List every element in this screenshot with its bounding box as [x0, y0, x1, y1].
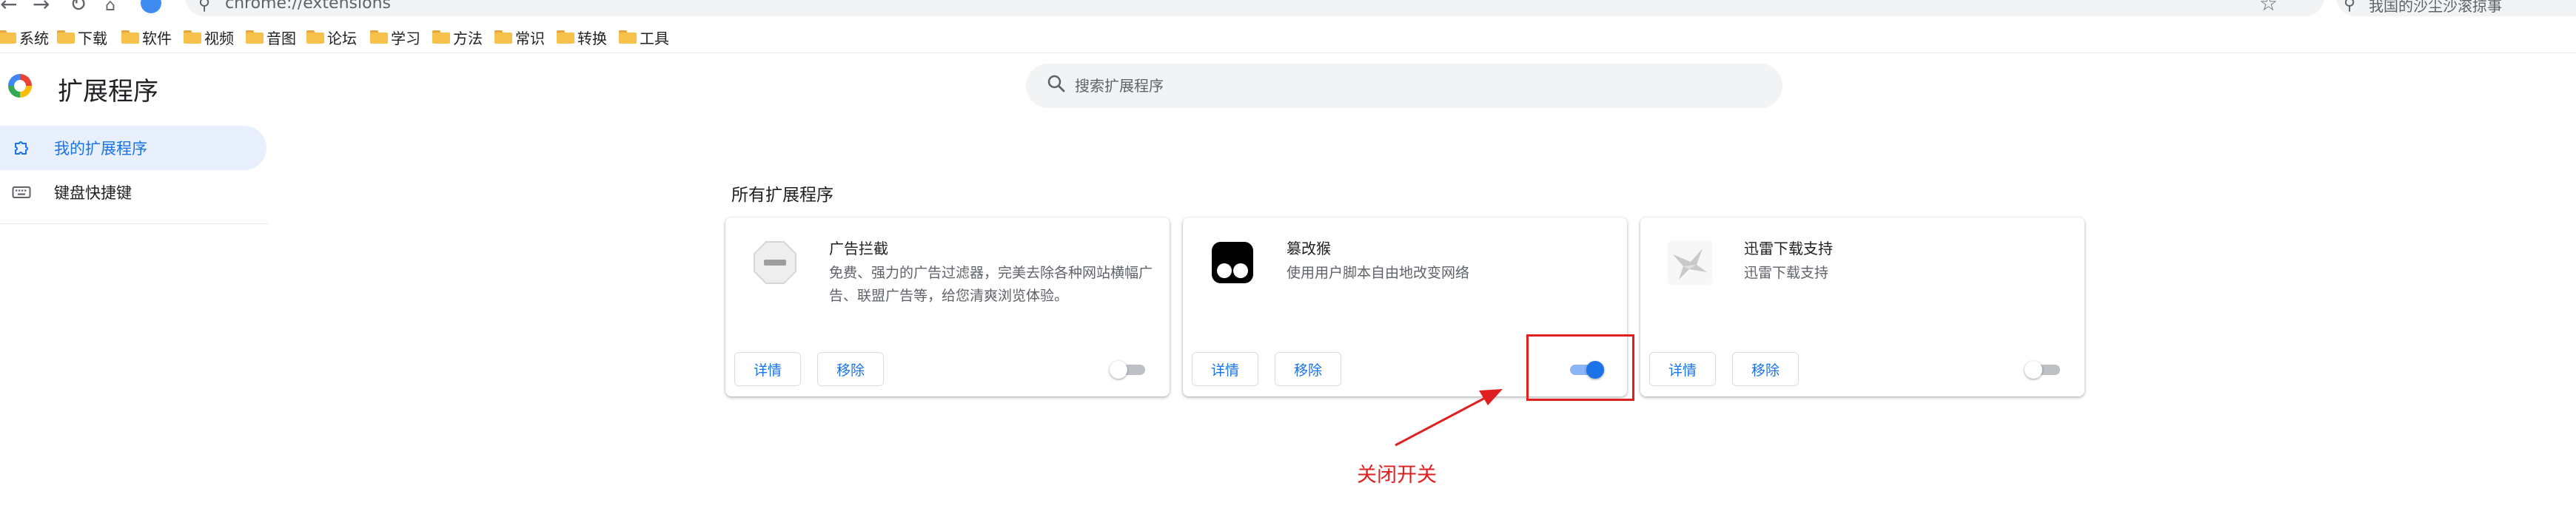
- bookmark-label: 软件: [142, 29, 172, 47]
- remove-button[interactable]: 移除: [1275, 352, 1342, 386]
- extension-name: 篡改猴: [1287, 240, 1331, 257]
- bookmark-label: 工具: [640, 29, 669, 47]
- bookmark-label: 方法: [453, 29, 483, 47]
- remove-button[interactable]: 移除: [1732, 352, 1799, 386]
- enable-toggle[interactable]: [2025, 359, 2063, 380]
- more-dots-icon[interactable]: ···: [2293, 0, 2314, 10]
- bookmark-label: 音图: [266, 29, 296, 47]
- thunder-bird-icon: [1668, 240, 1712, 285]
- folder-icon: [184, 30, 201, 44]
- bookmark-folder[interactable]: 视频: [184, 27, 234, 47]
- bookmark-label: 常识: [515, 29, 545, 47]
- bookmarks-bar: 系统 下载 软件 视频 音图 论坛 学习 方法 常识 转换 工具: [0, 21, 2576, 53]
- folder-icon: [0, 30, 16, 44]
- bookmark-folder[interactable]: 论坛: [306, 27, 357, 47]
- extension-name: 广告拦截: [829, 240, 888, 257]
- sidebar-item-label: 键盘快捷键: [54, 184, 132, 202]
- search-input[interactable]: [1075, 64, 1741, 108]
- bookmark-folder[interactable]: 软件: [121, 27, 172, 47]
- forward-arrow-icon[interactable]: →: [33, 0, 50, 15]
- bookmark-folder[interactable]: 常识: [494, 27, 545, 47]
- toggle-knob: [1110, 361, 1127, 379]
- sidebar-item-keyboard-shortcuts[interactable]: 键盘快捷键: [0, 170, 266, 214]
- reload-icon[interactable]: ↻: [70, 0, 87, 15]
- bookmark-label: 转换: [577, 29, 607, 47]
- sidebar-item-my-extensions[interactable]: 我的扩展程序: [0, 126, 266, 170]
- folder-icon: [306, 30, 324, 44]
- details-button[interactable]: 详情: [1192, 352, 1259, 386]
- extension-card: 广告拦截 免费、强力的广告过滤器，完美去除各种网站横幅广告、联盟广告等，给您清爽…: [725, 217, 1170, 396]
- puzzle-icon: [15, 141, 28, 155]
- bookmark-label: 系统: [19, 29, 49, 47]
- tampermonkey-icon: [1212, 242, 1253, 283]
- details-button[interactable]: 详情: [1649, 352, 1717, 386]
- toggle-knob: [2025, 361, 2042, 379]
- page-title: 扩展程序: [58, 77, 158, 107]
- folder-icon: [619, 30, 637, 44]
- address-text[interactable]: chrome://extensions: [225, 0, 391, 13]
- enable-toggle[interactable]: [1110, 359, 1148, 380]
- folder-icon: [246, 30, 264, 44]
- extensions-logo-icon: [8, 74, 32, 98]
- bookmark-folder[interactable]: 系统: [0, 27, 49, 47]
- remove-button[interactable]: 移除: [817, 352, 885, 386]
- bookmark-label: 下载: [78, 29, 107, 47]
- extension-description: 迅雷下载支持: [1744, 265, 1829, 281]
- extension-name: 迅雷下载支持: [1744, 240, 1833, 257]
- extension-card: 迅雷下载支持 迅雷下载支持 详情 移除: [1640, 217, 2084, 396]
- bookmark-folder[interactable]: 音图: [246, 27, 296, 47]
- section-title: 所有扩展程序: [731, 186, 833, 205]
- bookmark-star-icon[interactable]: ☆: [2259, 0, 2278, 16]
- details-button[interactable]: 详情: [734, 352, 802, 386]
- extension-badge-icon[interactable]: [141, 0, 161, 13]
- side-search-icon: ⚲: [2344, 0, 2356, 14]
- bookmark-label: 视频: [204, 29, 234, 47]
- site-info-icon[interactable]: ⚲: [198, 0, 210, 14]
- annotation-label: 关闭开关: [1357, 464, 1437, 487]
- folder-icon: [57, 30, 75, 44]
- search-box[interactable]: [1026, 64, 1782, 108]
- side-search-text[interactable]: 我国的沙尘沙滚掠事: [2369, 0, 2502, 16]
- bookmark-label: 论坛: [327, 29, 357, 47]
- folder-icon: [494, 30, 512, 44]
- extension-description: 免费、强力的广告过滤器，完美去除各种网站横幅广告、联盟广告等，给您清爽浏览体验。: [829, 265, 1153, 304]
- highlight-box: [1526, 334, 1634, 401]
- home-icon[interactable]: ⌂: [105, 0, 115, 16]
- browser-toolbar: ← → ↻ ⌂ ⚲ chrome://extensions ☆ ··· ⚲ 我国…: [0, 0, 2576, 18]
- bookmark-folder[interactable]: 工具: [619, 27, 669, 47]
- folder-icon: [557, 30, 574, 44]
- sidebar-item-label: 我的扩展程序: [54, 140, 147, 158]
- bookmark-label: 学习: [391, 29, 420, 47]
- keyboard-icon: [12, 186, 31, 198]
- bookmark-folder[interactable]: 学习: [370, 27, 420, 47]
- sidebar-divider: [0, 223, 268, 224]
- folder-icon: [121, 30, 139, 44]
- bookmark-folder[interactable]: 下载: [57, 27, 107, 47]
- back-arrow-icon[interactable]: ←: [0, 0, 17, 15]
- extension-description: 使用用户脚本自由地改变网络: [1287, 265, 1470, 281]
- bookmark-folder[interactable]: 方法: [432, 27, 483, 47]
- address-bar[interactable]: [185, 0, 2324, 16]
- stop-sign-icon: [754, 241, 796, 284]
- bookmark-folder[interactable]: 转换: [557, 27, 607, 47]
- search-icon: [1047, 75, 1065, 92]
- folder-icon: [432, 30, 450, 44]
- folder-icon: [370, 30, 388, 44]
